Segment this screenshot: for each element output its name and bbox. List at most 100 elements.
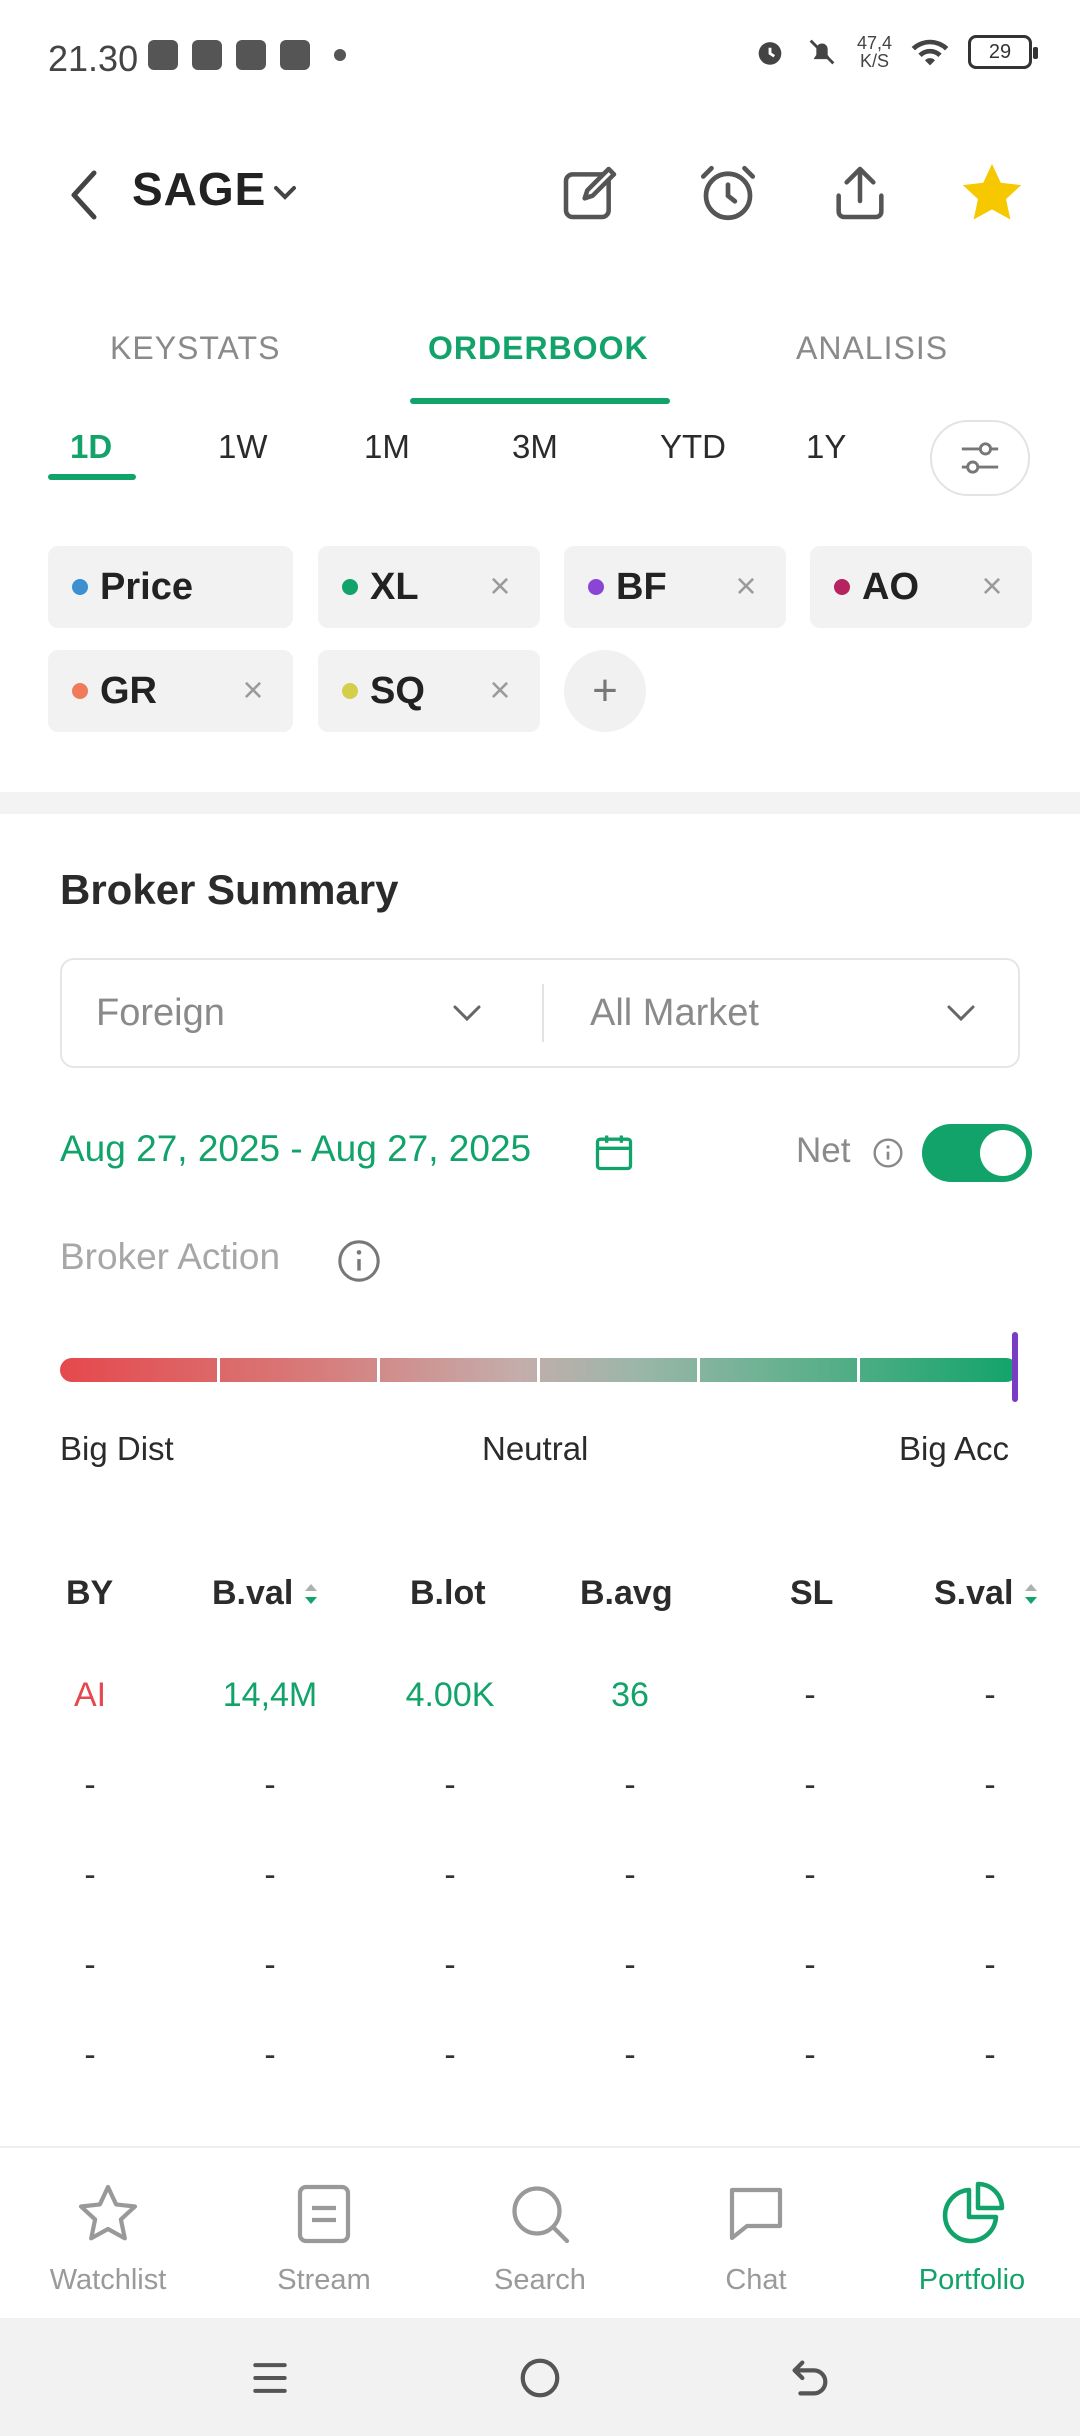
network-speed-value: 47,4 bbox=[856, 33, 892, 53]
home-circle-icon bbox=[520, 2358, 560, 2398]
nav-label: Stream bbox=[277, 2264, 371, 2296]
table-row: - - - - - - bbox=[0, 1946, 1080, 2006]
chevron-down-icon bbox=[947, 1005, 975, 1022]
system-status-icons: 47,4 K/S 29 bbox=[753, 34, 1038, 70]
sell-value: - bbox=[984, 2036, 996, 2074]
back-arrow-icon[interactable] bbox=[60, 165, 110, 225]
broker-filters: Foreign All Market bbox=[60, 958, 1020, 1068]
active-tab-indicator bbox=[410, 398, 670, 404]
nav-watchlist[interactable]: Watchlist bbox=[8, 2178, 208, 2297]
chevron-down-icon bbox=[453, 1005, 481, 1022]
chip-gr[interactable]: GR × bbox=[48, 650, 293, 732]
table-row[interactable]: AI 14,4M 4.00K 36 - - bbox=[0, 1676, 1080, 1736]
col-header-sval-label: S.val bbox=[934, 1574, 1014, 1612]
ticker-symbol[interactable]: SAGE bbox=[132, 162, 266, 216]
chip-color-dot bbox=[588, 579, 604, 595]
stream-icon bbox=[297, 2184, 351, 2244]
broker-action-gauge bbox=[60, 1358, 1018, 1382]
period-3m[interactable]: 3M bbox=[512, 428, 558, 466]
recent-apps-button[interactable] bbox=[242, 2350, 298, 2406]
chip-bf[interactable]: BF × bbox=[564, 546, 786, 628]
plus-icon: + bbox=[592, 666, 618, 715]
chip-color-dot bbox=[342, 683, 358, 699]
chevron-down-icon[interactable] bbox=[270, 172, 300, 212]
home-button[interactable] bbox=[512, 2350, 568, 2406]
system-back-button[interactable] bbox=[782, 2350, 838, 2406]
share-button[interactable] bbox=[822, 155, 898, 231]
chip-ao[interactable]: AO × bbox=[810, 546, 1032, 628]
sell-value: - bbox=[984, 1946, 996, 1984]
scale-neutral: Neutral bbox=[482, 1430, 589, 1467]
nav-label: Search bbox=[494, 2264, 586, 2296]
col-header-bval[interactable]: B.val bbox=[212, 1574, 321, 1613]
nav-portfolio[interactable]: Portfolio bbox=[872, 2178, 1072, 2297]
alarm-icon bbox=[758, 42, 782, 65]
more-notifications-icon bbox=[334, 49, 346, 61]
broker-code: - bbox=[84, 1766, 96, 1804]
period-ytd[interactable]: YTD bbox=[660, 428, 726, 466]
sell-broker: - bbox=[804, 1676, 816, 1714]
price-alert-button[interactable] bbox=[690, 155, 766, 231]
col-header-sval[interactable]: S.val bbox=[934, 1574, 1041, 1613]
chart-app-icon bbox=[148, 40, 178, 70]
close-icon[interactable]: × bbox=[728, 565, 764, 606]
favorite-button[interactable] bbox=[954, 155, 1030, 231]
period-1d[interactable]: 1D bbox=[70, 428, 112, 466]
sell-value: - bbox=[984, 1766, 996, 1804]
chart-settings-button[interactable] bbox=[930, 420, 1030, 496]
period-1m[interactable]: 1M bbox=[364, 428, 410, 466]
nav-stream[interactable]: Stream bbox=[224, 2178, 424, 2297]
period-1y[interactable]: 1Y bbox=[806, 428, 846, 466]
battery-icon: 29 bbox=[968, 35, 1038, 69]
scale-big-acc: Big Acc bbox=[899, 1430, 1010, 1467]
gauge-marker bbox=[1012, 1332, 1018, 1402]
status-bar: 21.30 47,4 K/S 29 bbox=[0, 0, 1080, 120]
edit-note-button[interactable] bbox=[552, 155, 628, 231]
chip-color-dot bbox=[834, 579, 850, 595]
close-icon[interactable]: × bbox=[235, 669, 271, 710]
buy-avg: - bbox=[624, 2036, 636, 2074]
sort-icon bbox=[305, 1583, 318, 1604]
stock-header: SAGE bbox=[0, 150, 1080, 240]
tab-keystats[interactable]: KEYSTATS bbox=[110, 330, 280, 367]
close-icon[interactable]: × bbox=[974, 565, 1010, 606]
nav-label: Portfolio bbox=[918, 2264, 1026, 2296]
nav-chat[interactable]: Chat bbox=[656, 2178, 856, 2297]
buy-avg: 36 bbox=[611, 1676, 649, 1714]
network-speed-unit: K/S bbox=[859, 51, 889, 71]
market-value: All Market bbox=[590, 991, 759, 1034]
chip-sq[interactable]: SQ × bbox=[318, 650, 540, 732]
col-header-by: BY bbox=[66, 1574, 114, 1612]
nav-search[interactable]: Search bbox=[440, 2178, 640, 2297]
info-icon[interactable] bbox=[872, 1137, 904, 1169]
tab-analisis[interactable]: ANALISIS bbox=[796, 330, 948, 367]
chip-xl[interactable]: XL × bbox=[318, 546, 540, 628]
mute-bell-icon bbox=[809, 39, 835, 65]
close-icon[interactable]: × bbox=[482, 565, 518, 606]
portfolio-pie-icon bbox=[942, 2181, 1005, 2244]
date-range-picker[interactable]: Aug 27, 2025 - Aug 27, 2025 bbox=[60, 1128, 531, 1170]
status-time: 21.30 bbox=[48, 38, 139, 79]
info-icon[interactable] bbox=[336, 1238, 382, 1284]
filter-separator bbox=[542, 984, 544, 1042]
network-speed: 47,4 K/S bbox=[857, 34, 892, 70]
sell-broker: - bbox=[804, 1766, 816, 1804]
brimo-app-icon bbox=[280, 40, 310, 70]
chip-price[interactable]: Price bbox=[48, 546, 293, 628]
chip-label: Price bbox=[100, 565, 193, 608]
buy-value: - bbox=[264, 1766, 276, 1804]
buy-value: 14,4M bbox=[222, 1676, 318, 1714]
sell-broker: - bbox=[804, 2036, 816, 2074]
buy-value: - bbox=[264, 1946, 276, 1984]
close-icon[interactable]: × bbox=[482, 669, 518, 710]
period-1w[interactable]: 1W bbox=[218, 428, 268, 466]
tab-orderbook[interactable]: ORDERBOOK bbox=[428, 330, 649, 367]
notification-icons bbox=[148, 40, 346, 70]
net-toggle[interactable] bbox=[922, 1124, 1032, 1182]
calendar-icon[interactable] bbox=[592, 1130, 636, 1174]
sell-value: - bbox=[984, 1856, 996, 1894]
nav-label: Chat bbox=[725, 2264, 787, 2296]
chip-label: XL bbox=[370, 565, 419, 608]
add-indicator-button[interactable]: + bbox=[564, 650, 646, 732]
broker-table-header: BY B.val B.lot B.avg SL S.val bbox=[0, 1574, 1080, 1624]
